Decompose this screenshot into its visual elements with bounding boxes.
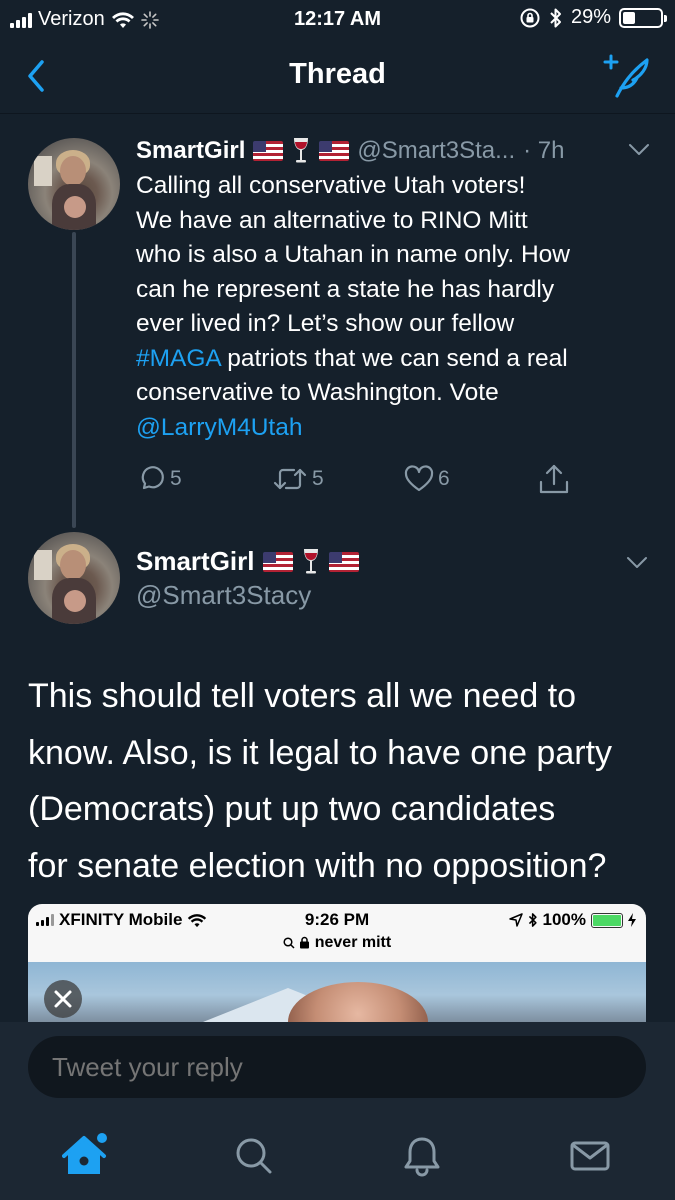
tweet-text-line: Calling all conservative Utah voters! [136, 172, 526, 199]
embedded-url-text: never mitt [314, 934, 392, 951]
reply-input[interactable] [28, 1036, 646, 1098]
thread-connector-line [72, 232, 76, 528]
tweet-text-segment: patriots that we can send a real [220, 344, 568, 372]
retweet-button[interactable]: 5 [272, 464, 324, 494]
avatar[interactable] [28, 532, 120, 624]
embedded-status-bar: XFINITY Mobile 9:26 PM 100% [28, 904, 646, 934]
status-bar: Verizon 12:17 AM 29% [0, 0, 675, 38]
bluetooth-icon [550, 8, 561, 27]
tweet-text-line: This should tell voters all we need to [28, 677, 577, 715]
embedded-url-bar: never mitt [28, 934, 646, 952]
tweet-text-line: #MAGA patriots that we can send a real [136, 342, 656, 377]
retweet-icon [273, 468, 307, 490]
us-flag-emoji [262, 551, 293, 572]
display-name[interactable]: SmartGirl [136, 546, 255, 577]
home-icon[interactable] [62, 1132, 110, 1180]
tweet-timestamp: · 7h [523, 137, 565, 164]
lock-icon [300, 937, 310, 949]
reply-button[interactable]: 5 [136, 464, 182, 494]
tweet-text: This should tell voters all we need to k… [28, 668, 658, 894]
embedded-photo [28, 962, 646, 1022]
user-handle[interactable]: @Smart3Stacy [136, 580, 311, 611]
tweet-text-line: We have an alternative to RINO Mitt [136, 206, 528, 234]
like-count: 6 [438, 467, 450, 490]
tweet-text: Calling all conservative Utah voters! We… [136, 169, 656, 445]
reply-count: 5 [170, 467, 182, 490]
reply-icon [141, 466, 164, 490]
us-flag-emoji [319, 141, 350, 161]
us-flag-emoji [328, 551, 359, 572]
status-right: 29% [519, 6, 667, 29]
battery-percent: 29% [570, 6, 611, 28]
avatar[interactable] [28, 138, 120, 230]
reply-bar [0, 1022, 675, 1112]
us-flag-emoji [253, 141, 284, 161]
rotation-lock-icon [520, 8, 540, 27]
tweet-text-line: know. Also, is it legal to have one part… [28, 733, 613, 772]
battery-icon [591, 912, 623, 928]
like-button[interactable]: 6 [404, 464, 450, 494]
mail-icon[interactable] [568, 1134, 612, 1178]
close-icon[interactable] [44, 980, 82, 1018]
share-icon [539, 464, 569, 494]
tweet-text-line: ever lived in? Let’s show our fellow [136, 310, 515, 337]
search-icon[interactable] [232, 1134, 276, 1178]
display-name[interactable]: SmartGirl [136, 137, 245, 165]
tweet-text-line: (Democrats) put up two candidates [28, 790, 556, 828]
tab-bar [0, 1112, 675, 1200]
search-icon [283, 937, 295, 949]
tweet-actions: 5 5 6 [136, 462, 576, 498]
retweet-count: 5 [312, 467, 324, 490]
tweet-author: SmartGirl [136, 546, 359, 577]
tweet-text-line: can he represent a state he has hardly [136, 275, 555, 303]
page-title: Thread [289, 58, 386, 90]
share-button[interactable] [538, 462, 570, 496]
charging-icon [628, 913, 636, 927]
chevron-down-icon[interactable] [628, 143, 650, 157]
bell-icon[interactable] [400, 1134, 444, 1178]
hashtag-link[interactable]: #MAGA [136, 345, 220, 372]
tweet-text-line: for senate election with no opposition? [28, 846, 607, 885]
bluetooth-icon [528, 913, 537, 927]
tweet-header: SmartGirl @Smart3Sta... · 7h [136, 134, 656, 168]
compose-tweet-icon[interactable] [603, 54, 649, 98]
wine-glass-emoji [301, 547, 321, 577]
wine-glass-emoji [291, 136, 311, 166]
mention-link[interactable]: @LarryM4Utah [136, 414, 302, 441]
attached-image[interactable]: XFINITY Mobile 9:26 PM 100% never mitt [28, 904, 646, 1022]
embedded-status-right: 100% [508, 910, 636, 930]
tweet-text-line: conservative to Washington. Vote [136, 379, 499, 406]
heart-icon [404, 465, 434, 492]
tweet-text-line: who is also a Utahan in name only. How [136, 241, 570, 268]
chevron-down-icon[interactable] [626, 556, 648, 570]
location-arrow-icon [508, 913, 523, 927]
embedded-battery-percent: 100% [542, 910, 586, 929]
user-handle[interactable]: @Smart3Sta... [357, 137, 515, 165]
tweet-text-line: @LarryM4Utah [136, 411, 656, 446]
battery-icon [619, 7, 667, 28]
navigation-bar: Thread [0, 38, 675, 114]
